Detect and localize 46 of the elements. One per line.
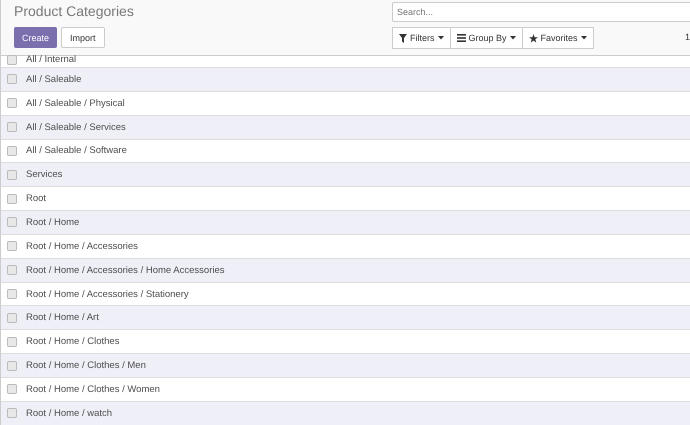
row-checkbox[interactable] (7, 55, 17, 65)
star-icon (528, 34, 538, 42)
row-checkbox[interactable] (7, 289, 17, 300)
row-checkbox[interactable] (7, 241, 17, 252)
pager-text: 1 (684, 31, 690, 44)
row-checkbox[interactable] (7, 74, 17, 84)
row-checkbox[interactable] (7, 360, 17, 371)
dropdown-button[interactable]: Filters (392, 27, 450, 49)
category-name: All / Saleable / Software (26, 145, 127, 156)
category-name: Services (26, 169, 62, 180)
category-name: Root / Home / Clothes (26, 336, 120, 348)
row-checkbox[interactable] (7, 194, 17, 204)
row-checkbox[interactable] (7, 384, 17, 394)
row-checkbox[interactable] (7, 408, 17, 418)
import-button[interactable]: Import (61, 27, 105, 48)
category-name: All / Saleable / Physical (26, 98, 125, 109)
caret-icon (438, 36, 444, 40)
dropdown-button[interactable]: Group By (450, 27, 523, 49)
filter-icon (399, 34, 407, 42)
row-checkbox[interactable] (7, 146, 17, 156)
search-field[interactable]: Search... (392, 2, 690, 22)
row-checkbox[interactable] (7, 170, 17, 180)
category-name: Root / Home / watch (26, 408, 112, 419)
category-name: Root (26, 193, 46, 204)
category-name: Root / Home / Clothes / Women (26, 384, 160, 395)
category-name: Root / Home / Clothes / Men (26, 360, 146, 372)
category-name: All / Internal (26, 54, 76, 65)
category-name: All / Saleable / Services (26, 122, 126, 133)
row-checkbox[interactable] (7, 312, 17, 323)
category-name: Root / Home / Accessories / Home Accessories (26, 264, 225, 276)
row-checkbox[interactable] (7, 217, 17, 228)
row-checkbox[interactable] (7, 265, 17, 276)
caret-icon (510, 36, 516, 40)
category-name: All / Saleable (26, 74, 82, 85)
row-checkbox[interactable] (7, 98, 17, 108)
category-name: Root / Home / Accessories (26, 240, 138, 252)
row-checkbox[interactable] (7, 122, 17, 132)
category-name: Root / Home / Accessories / Stationery (26, 288, 189, 300)
category-name: Root / Home (26, 216, 80, 228)
caret-icon (580, 36, 587, 40)
page-title: Product Categories (14, 3, 134, 21)
dropdown-button[interactable]: Favorites (522, 27, 594, 49)
list-icon (456, 34, 466, 42)
category-name: Root / Home / Art (26, 312, 99, 324)
create-button[interactable]: Create (14, 27, 58, 48)
row-checkbox[interactable] (7, 336, 17, 347)
